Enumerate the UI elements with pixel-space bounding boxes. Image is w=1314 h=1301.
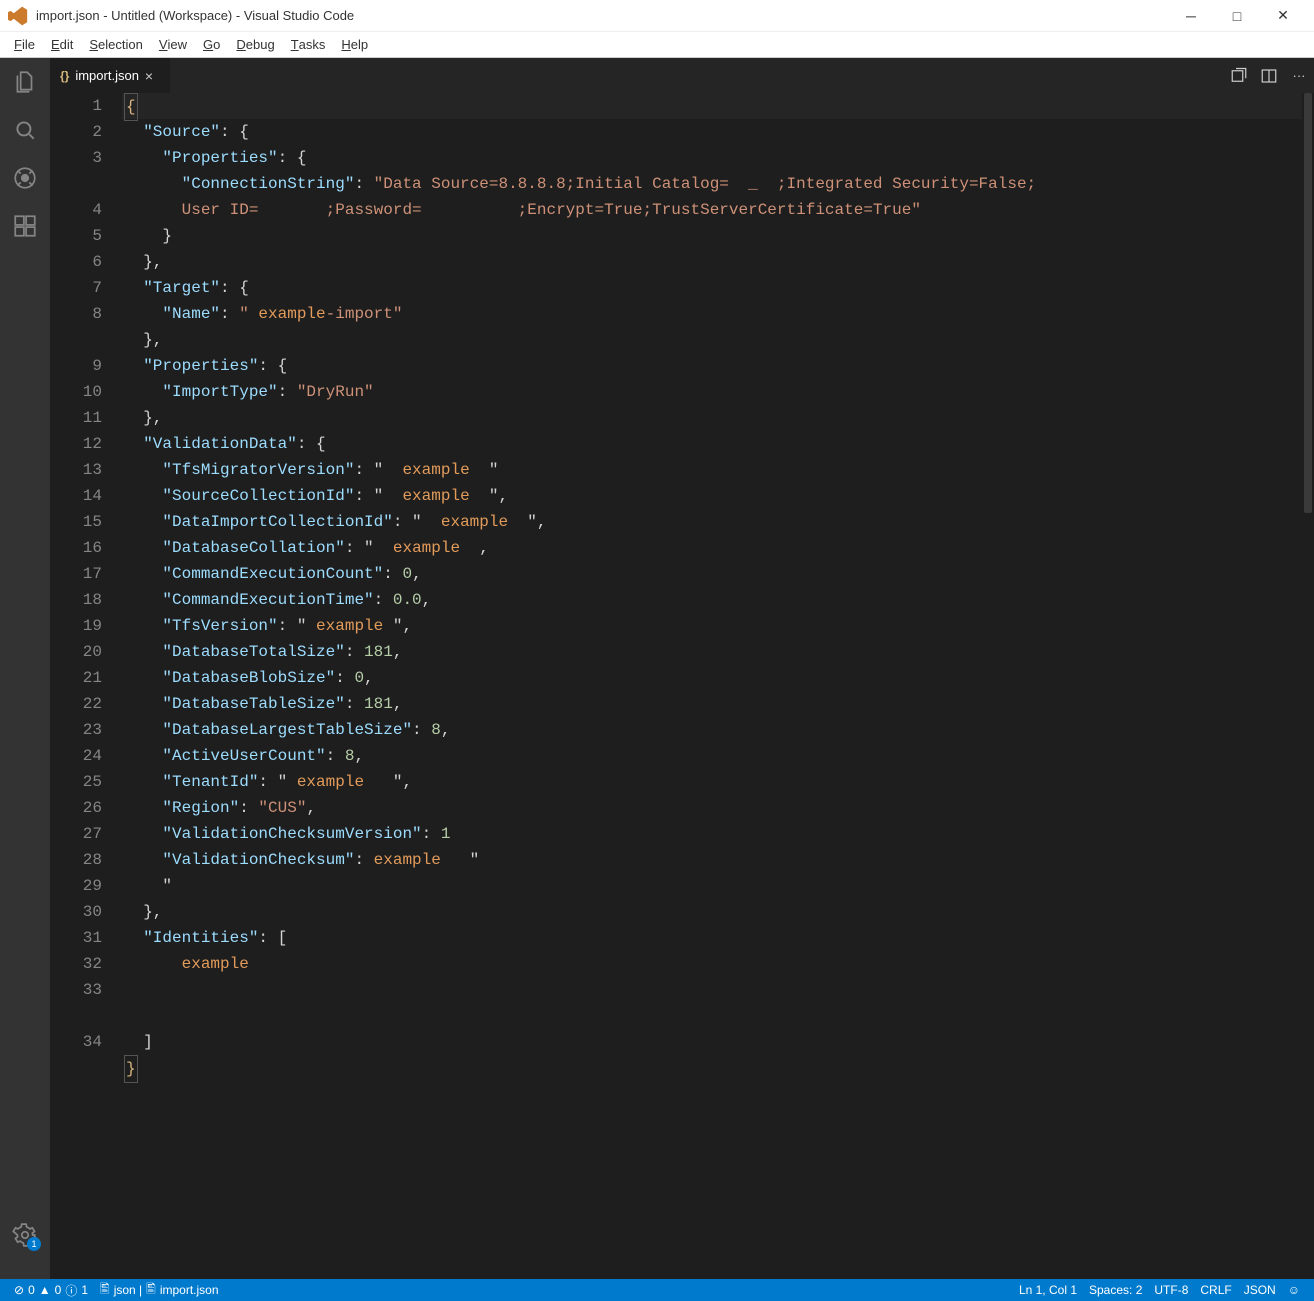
status-path[interactable]: 🖺 json | 🖺 import.json <box>94 1279 224 1301</box>
files-icon[interactable] <box>11 68 39 96</box>
menu-go[interactable]: Go <box>195 32 228 58</box>
window-title: import.json - Untitled (Workspace) - Vis… <box>36 8 1168 23</box>
more-actions-icon[interactable]: ··· <box>1284 58 1314 93</box>
tab-label: import.json <box>75 68 139 83</box>
menu-help[interactable]: Help <box>333 32 376 58</box>
status-feedback-icon[interactable]: ☺ <box>1282 1279 1306 1301</box>
split-editor-icon[interactable] <box>1254 58 1284 93</box>
status-indent[interactable]: Spaces: 2 <box>1083 1279 1148 1301</box>
close-button[interactable]: ✕ <box>1260 0 1306 32</box>
tab-close-icon[interactable]: × <box>145 68 153 84</box>
file-icon: 🖺 <box>100 1280 110 1301</box>
maximize-button[interactable]: □ <box>1214 0 1260 32</box>
file-icon: 🖺 <box>146 1280 156 1301</box>
menu-edit[interactable]: Edit <box>43 32 81 58</box>
menu-file[interactable]: File <box>6 32 43 58</box>
minimize-button[interactable]: ─ <box>1168 0 1214 32</box>
menu-selection[interactable]: Selection <box>81 32 150 58</box>
status-bar: ⊘0 ▲0 ⓘ1 🖺 json | 🖺 import.json Ln 1, Co… <box>0 1279 1314 1301</box>
tab-import-json[interactable]: {} import.json × <box>50 58 170 93</box>
code-editor[interactable]: 1234567891011121314151617181920212223242… <box>50 93 1314 1279</box>
status-language[interactable]: JSON <box>1238 1279 1282 1301</box>
editor-tabs: {} import.json × ··· <box>50 58 1314 93</box>
status-problems[interactable]: ⊘0 ▲0 ⓘ1 <box>8 1279 94 1301</box>
search-icon[interactable] <box>11 116 39 144</box>
extensions-icon[interactable] <box>11 212 39 240</box>
line-number-gutter: 1234567891011121314151617181920212223242… <box>50 93 122 1279</box>
settings-gear-icon[interactable] <box>11 1221 39 1249</box>
open-changes-icon[interactable] <box>1224 58 1254 93</box>
vertical-scrollbar[interactable] <box>1302 93 1314 1279</box>
menu-view[interactable]: View <box>151 32 195 58</box>
status-encoding[interactable]: UTF-8 <box>1148 1279 1194 1301</box>
info-icon: ⓘ <box>65 1282 77 1299</box>
menu-bar: File Edit Selection View Go Debug Tasks … <box>0 32 1314 58</box>
code-lines[interactable]: { "Source": { "Properties": { "Connectio… <box>122 93 1314 1279</box>
warning-icon: ▲ <box>39 1283 51 1297</box>
workbench: {} import.json × ··· 1234567891011121314… <box>0 58 1314 1279</box>
menu-debug[interactable]: Debug <box>228 32 282 58</box>
vscode-icon <box>8 6 28 26</box>
title-bar: import.json - Untitled (Workspace) - Vis… <box>0 0 1314 32</box>
activity-bar <box>0 58 50 1279</box>
error-icon: ⊘ <box>14 1283 24 1297</box>
editor-group: {} import.json × ··· 1234567891011121314… <box>50 58 1314 1279</box>
status-cursor[interactable]: Ln 1, Col 1 <box>1013 1279 1083 1301</box>
json-file-icon: {} <box>60 69 69 83</box>
debug-icon[interactable] <box>11 164 39 192</box>
status-eol[interactable]: CRLF <box>1194 1279 1237 1301</box>
menu-tasks[interactable]: Tasks <box>283 32 334 58</box>
